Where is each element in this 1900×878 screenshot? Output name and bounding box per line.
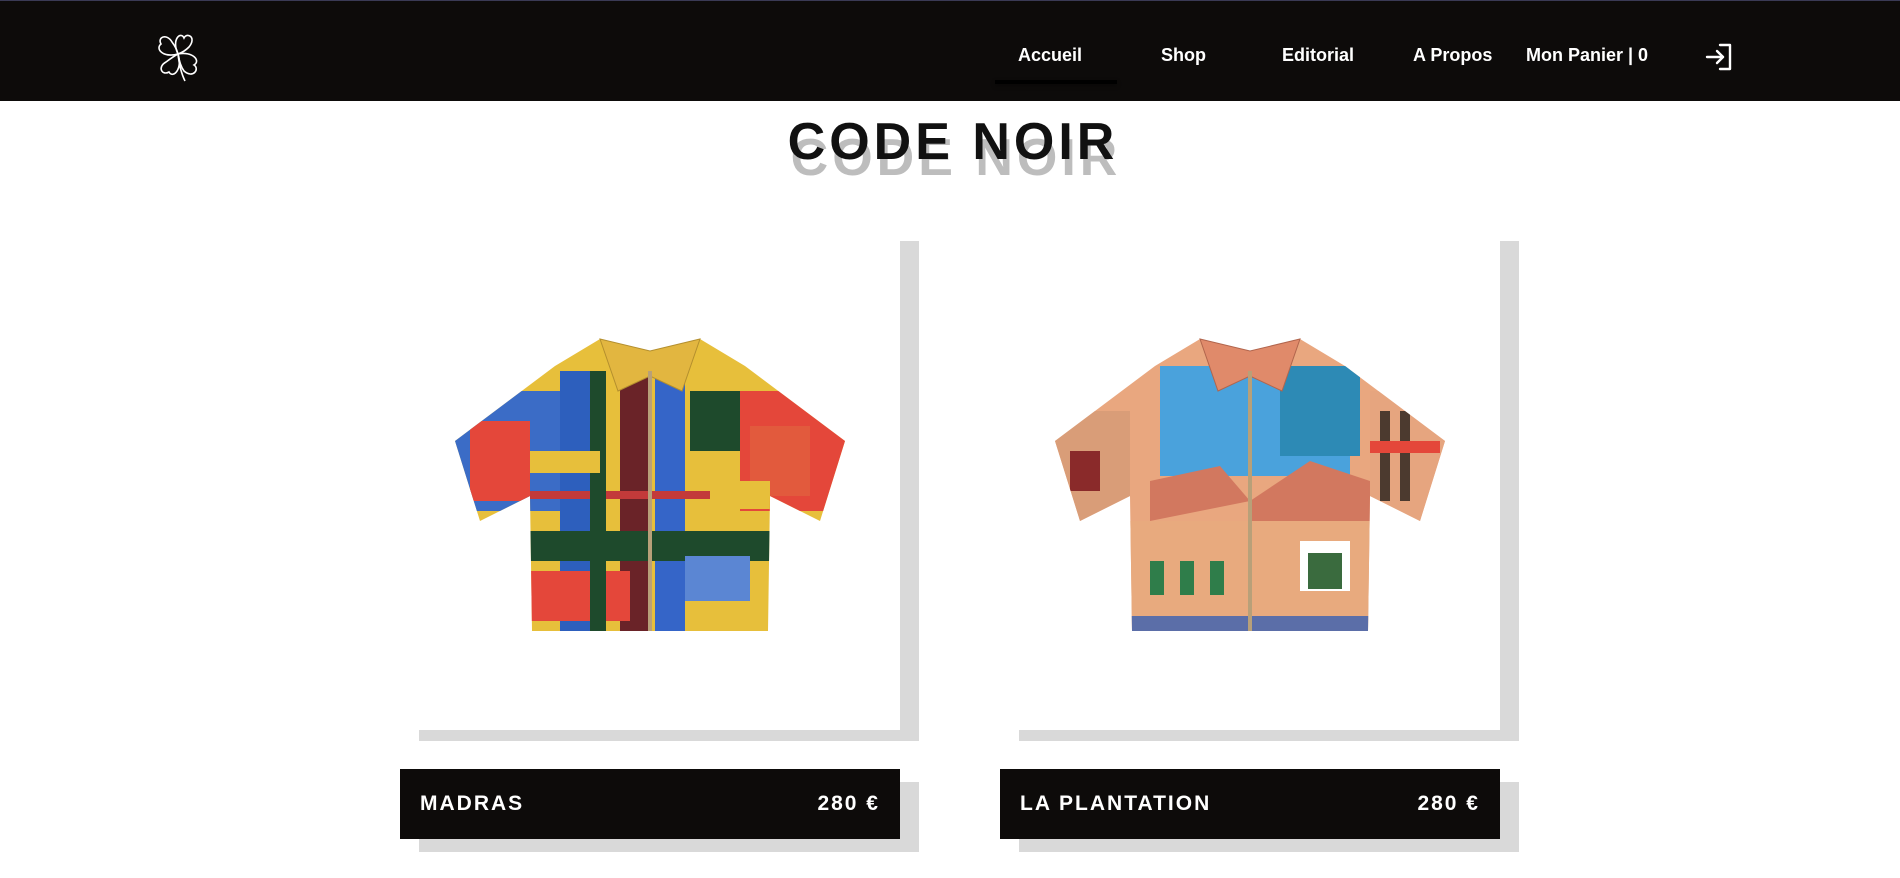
- product-price: 280 €: [817, 792, 880, 815]
- nav-shop[interactable]: Shop: [1161, 45, 1206, 66]
- product-price: 280 €: [1417, 792, 1480, 815]
- product-name: MADRAS: [420, 792, 525, 815]
- nav-accueil[interactable]: Accueil: [1018, 45, 1082, 66]
- nav-cart[interactable]: Mon Panier | 0: [1526, 45, 1648, 66]
- active-nav-indicator: [995, 80, 1117, 84]
- nav-a-propos[interactable]: A Propos: [1413, 45, 1492, 66]
- plantation-shirt-image[interactable]: [1050, 331, 1450, 641]
- product-image-box[interactable]: [400, 241, 900, 730]
- page-title: CODE NOIR: [787, 113, 1119, 171]
- madras-shirt-image[interactable]: [450, 331, 850, 641]
- collection-title: CODE NOIR CODE NOIR: [0, 112, 1900, 192]
- product-image-box[interactable]: [1000, 241, 1500, 730]
- nav-editorial[interactable]: Editorial: [1282, 45, 1354, 66]
- product-name: LA PLANTATION: [1020, 792, 1212, 815]
- sign-in-icon[interactable]: [1704, 42, 1734, 72]
- product-label[interactable]: LA PLANTATION 280 €: [1000, 769, 1500, 839]
- top-navigation-bar: Accueil Shop Editorial A Propos Mon Pani…: [0, 0, 1900, 101]
- clover-logo-icon[interactable]: [151, 29, 205, 83]
- product-label[interactable]: MADRAS 280 €: [400, 769, 900, 839]
